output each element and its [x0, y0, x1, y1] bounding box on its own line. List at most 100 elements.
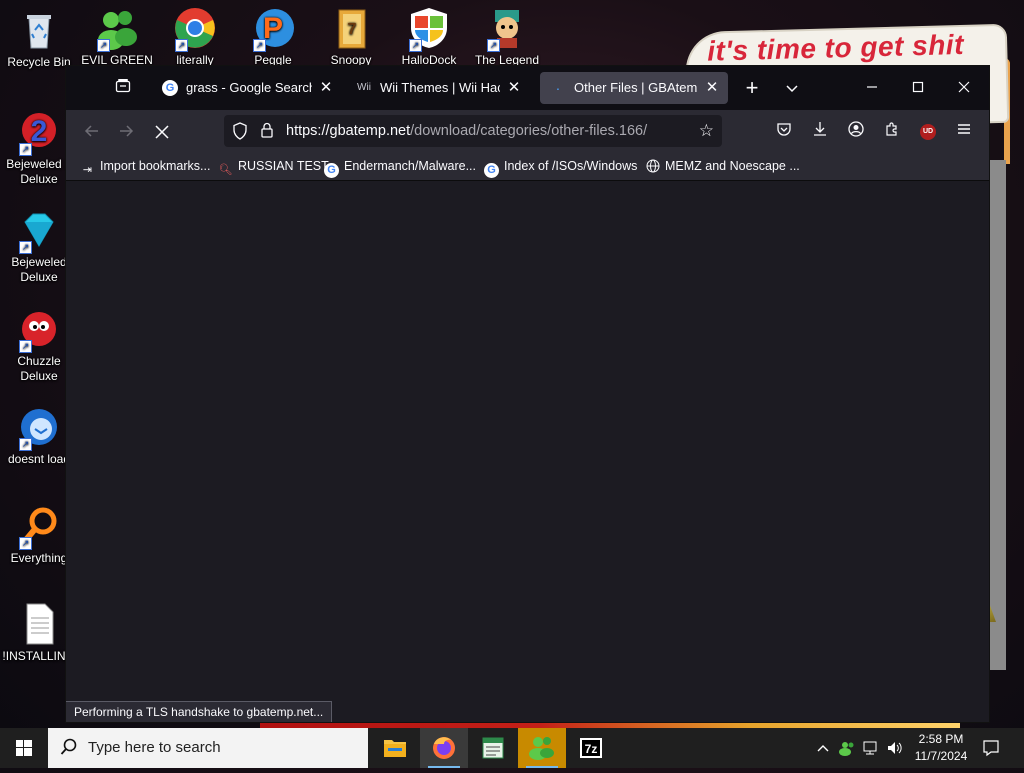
- taskbar-7zip[interactable]: 7z: [567, 728, 615, 768]
- downloads-button[interactable]: [806, 117, 834, 145]
- url-text[interactable]: https://gbatemp.net/download/categories/…: [286, 115, 647, 147]
- tray-network[interactable]: [860, 728, 882, 768]
- bookmark-isos-windows[interactable]: G Index of /ISOs/Windows: [484, 156, 637, 178]
- desktop-icon-literally[interactable]: ↗ literally: [158, 6, 232, 68]
- desktop-icon-hallodock[interactable]: ↗ HalloDock: [392, 6, 466, 68]
- hamburger-menu-icon: [958, 124, 970, 134]
- clock-date: 11/7/2024: [914, 749, 968, 763]
- show-hidden-icons-button[interactable]: [812, 728, 834, 768]
- shortcut-arrow-icon: ↗: [19, 340, 32, 353]
- clock-time: 2:58 PM: [918, 732, 964, 746]
- google-icon: G: [162, 80, 178, 96]
- taskbar-evil-green[interactable]: [518, 728, 566, 768]
- tab-gbatemp-other-files[interactable]: · Other Files | GBAtemp.net ✕: [540, 72, 728, 104]
- bookmark-russian-test[interactable]: 🔍︎ RUSSIAN TEST: [218, 156, 329, 176]
- new-tab-button[interactable]: +: [738, 74, 766, 102]
- recycle-bin-icon: [17, 8, 61, 52]
- tab-grass-search[interactable]: G grass - Google Search ✕: [152, 72, 342, 104]
- desktop-icon-bejeweled-2[interactable]: 2 ↗ Bejeweled 2 Deluxe: [2, 110, 76, 187]
- desktop-icon-installing[interactable]: !INSTALLIN...: [2, 602, 76, 664]
- tab-close-icon[interactable]: ✕: [506, 72, 522, 104]
- firefox-icon: [433, 737, 455, 759]
- chuzzle-icon: ↗: [17, 307, 61, 353]
- extensions-button[interactable]: [878, 117, 906, 145]
- url-bar[interactable]: https://gbatemp.net/download/categories/…: [224, 115, 722, 147]
- bookmark-import[interactable]: ⇥ Import bookmarks...: [80, 156, 211, 176]
- tray-evil-green[interactable]: [836, 728, 858, 768]
- shortcut-arrow-icon: ↗: [19, 241, 32, 254]
- minimize-button[interactable]: [849, 66, 895, 110]
- arrow-left-icon: [84, 125, 98, 137]
- notification-icon: [983, 740, 999, 757]
- tracking-protection-shield-icon[interactable]: [232, 122, 248, 140]
- tab-strip: G grass - Google Search ✕ Wii Wii Themes…: [66, 66, 989, 110]
- system-clock[interactable]: 2:58 PM 11/7/2024: [906, 731, 976, 765]
- start-button[interactable]: [0, 728, 48, 768]
- desktop-icon-evil-green[interactable]: ↗ EVIL GREEN: [80, 6, 154, 68]
- forward-button[interactable]: [112, 117, 140, 145]
- action-center-button[interactable]: [978, 728, 1004, 768]
- tray-volume[interactable]: [884, 728, 906, 768]
- bejeweled-2-icon: 2 ↗: [17, 110, 61, 156]
- desktop-icon-snoopy[interactable]: 7 Snoopy: [314, 6, 388, 68]
- desktop-icon-bejeweled[interactable]: ↗ Bejeweled Deluxe: [2, 208, 76, 285]
- pocket-icon: [777, 123, 791, 136]
- taskbar-search-box[interactable]: Type here to search: [48, 728, 368, 768]
- windows-shield-icon: ↗: [407, 6, 451, 52]
- close-window-button[interactable]: [941, 66, 987, 110]
- shortcut-arrow-icon: ↗: [19, 143, 32, 156]
- loading-icon: ·: [555, 80, 561, 96]
- text-file-icon: [17, 602, 61, 646]
- wallpaper-text: it's time to get shit: [706, 28, 965, 67]
- stop-loading-button[interactable]: [148, 117, 176, 145]
- pocket-button[interactable]: [770, 117, 798, 145]
- account-icon: [848, 121, 864, 137]
- google-icon: G: [484, 163, 499, 178]
- peggle-icon: P ↗: [251, 6, 295, 52]
- list-all-tabs-button[interactable]: [778, 74, 806, 102]
- shortcut-arrow-icon: ↗: [175, 39, 188, 52]
- search-icon: [60, 738, 80, 758]
- chevron-down-icon: [786, 85, 798, 93]
- search-icon: 🔍︎: [218, 164, 233, 176]
- app-menu-button[interactable]: [950, 117, 978, 145]
- chevron-up-icon: [817, 745, 829, 752]
- taskbar-firefox[interactable]: [420, 728, 468, 768]
- stop-icon: [155, 125, 169, 139]
- folder-icon: [384, 740, 406, 757]
- taskbar-notepad[interactable]: [469, 728, 517, 768]
- bookmark-star-icon[interactable]: ☆: [699, 121, 714, 141]
- shortcut-arrow-icon: ↗: [97, 39, 110, 52]
- desktop-icon-the-legend[interactable]: ↗ The Legend: [470, 6, 544, 68]
- desktop-icon-chuzzle[interactable]: ↗ Chuzzle Deluxe: [2, 307, 76, 384]
- ublock-origin-icon[interactable]: UD: [920, 124, 936, 140]
- page-content-area[interactable]: [66, 181, 989, 722]
- lock-icon[interactable]: [260, 122, 276, 140]
- evil-green-icon: [529, 737, 554, 760]
- snoopy-icon: 7: [329, 6, 373, 50]
- tab-close-icon[interactable]: ✕: [318, 72, 334, 104]
- svg-text:7z: 7z: [585, 742, 598, 756]
- bookmark-endermanch-malware[interactable]: G Endermanch/Malware...: [324, 156, 476, 178]
- firefox-view-icon[interactable]: [110, 75, 136, 101]
- back-button[interactable]: [78, 117, 106, 145]
- bookmark-memz-noescape[interactable]: MEMZ and Noescape ...: [645, 156, 800, 176]
- shortcut-arrow-icon: ↗: [487, 39, 500, 52]
- minimize-icon: [867, 86, 877, 88]
- puzzle-piece-icon: [886, 122, 897, 136]
- tab-close-icon[interactable]: ✕: [704, 72, 720, 104]
- evil-green-icon: ↗: [95, 6, 139, 52]
- taskbar-file-explorer[interactable]: [371, 728, 419, 768]
- firefox-window: G grass - Google Search ✕ Wii Wii Themes…: [66, 66, 989, 722]
- maximize-button[interactable]: [895, 66, 941, 110]
- import-icon: ⇥: [82, 164, 93, 176]
- shortcut-arrow-icon: ↗: [253, 39, 266, 52]
- status-panel: Performing a TLS handshake to gbatemp.ne…: [66, 701, 333, 722]
- account-button[interactable]: [842, 117, 870, 145]
- navigation-toolbar: https://gbatemp.net/download/categories/…: [66, 110, 989, 152]
- desktop-icon-doesnt-load[interactable]: ↗ doesnt load: [2, 405, 76, 467]
- tab-wii-themes[interactable]: Wii Wii Themes | Wii Hacks Gui ✕: [346, 72, 530, 104]
- desktop-icon-everything[interactable]: ↗ Everything: [2, 504, 76, 566]
- svg-text:2: 2: [31, 115, 48, 148]
- desktop-icon-recycle-bin[interactable]: Recycle Bin: [2, 8, 76, 70]
